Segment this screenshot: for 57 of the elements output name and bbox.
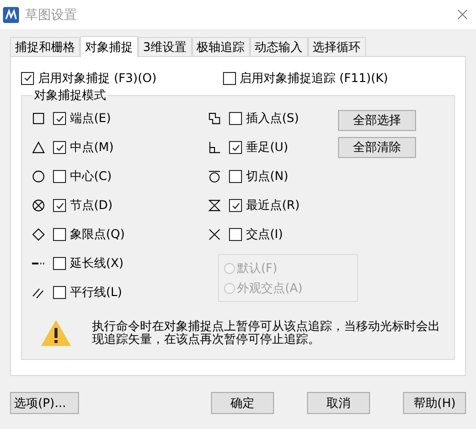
tab[interactable]: 捕捉和栅格: [10, 37, 80, 56]
checkbox-label[interactable]: 平行线(L): [70, 284, 122, 301]
checkbox[interactable]: [229, 141, 242, 154]
square-marker-icon: [32, 112, 45, 125]
checkbox-label[interactable]: 垂足(U): [246, 139, 288, 156]
dialog-button[interactable]: 确定: [211, 392, 274, 414]
tab[interactable]: 动态输入: [250, 37, 308, 56]
checkbox-label[interactable]: 启用对象捕捉 (F3)(O): [38, 70, 157, 86]
dialog-button[interactable]: 取消: [307, 392, 370, 414]
checkbox-label[interactable]: 端点(E): [70, 110, 111, 127]
checkbox[interactable]: [21, 72, 34, 84]
hint-text: 执行命令时在对象捕捉点上暂停可从该点追踪，当移动光标时会出现追踪矢量，在该点再次暂停可停止追踪。: [92, 320, 441, 346]
select-button[interactable]: 全部选择: [338, 110, 416, 131]
tab[interactable]: 3维设置: [138, 37, 192, 56]
tangent-marker-icon: [208, 170, 221, 183]
close-icon[interactable]: [457, 9, 468, 20]
checkbox[interactable]: [53, 228, 66, 241]
node-marker-icon: [32, 199, 45, 212]
warning-icon: [40, 319, 72, 347]
checkbox[interactable]: [229, 199, 242, 212]
app-logo-icon: [3, 6, 19, 22]
perpendicular-marker-icon: [208, 141, 221, 154]
select-button[interactable]: 全部清除: [338, 137, 416, 158]
parallel-marker-icon: [32, 286, 45, 299]
checkbox-label[interactable]: 中心(C): [70, 168, 112, 185]
checkbox[interactable]: [53, 199, 66, 212]
group-title: 对象捕捉模式: [33, 87, 107, 104]
checkbox-label[interactable]: 切点(N): [246, 168, 288, 185]
checkbox-label[interactable]: 象限点(Q): [70, 226, 125, 243]
checkbox-label[interactable]: 交点(I): [246, 226, 283, 243]
checkbox[interactable]: [53, 170, 66, 183]
checkbox-label[interactable]: 节点(D): [70, 197, 113, 214]
dialog-button[interactable]: 帮助(H): [403, 392, 466, 414]
checkbox-label[interactable]: 延长线(X): [70, 255, 124, 272]
checkbox[interactable]: [53, 286, 66, 299]
triangle-marker-icon: [32, 141, 45, 154]
tab[interactable]: 选择循环: [308, 37, 366, 56]
insertion-marker-icon: [208, 112, 221, 125]
diamond-marker-icon: [32, 228, 45, 241]
window-title: 草图设置: [25, 6, 78, 24]
nearest-marker-icon: [208, 199, 221, 212]
checkbox[interactable]: [53, 257, 66, 270]
checkbox[interactable]: [229, 112, 242, 125]
checkbox[interactable]: [222, 72, 236, 84]
checkbox[interactable]: [53, 112, 66, 125]
checkbox-label[interactable]: 中点(M): [70, 139, 114, 156]
circle-marker-icon: [32, 170, 45, 183]
checkbox-label[interactable]: 启用对象捕捉追踪 (F11)(K): [240, 70, 388, 86]
checkbox[interactable]: [229, 228, 242, 241]
checkbox[interactable]: [229, 170, 242, 183]
checkbox-label[interactable]: 插入点(S): [246, 110, 299, 127]
options-button[interactable]: 选项(P)...: [10, 392, 79, 414]
checkbox[interactable]: [53, 141, 66, 154]
tab[interactable]: 极轴追踪: [192, 37, 250, 56]
tab[interactable]: 对象捕捉: [80, 36, 138, 57]
intersection-marker-icon: [208, 228, 221, 241]
checkbox-label[interactable]: 最近点(R): [246, 197, 300, 214]
